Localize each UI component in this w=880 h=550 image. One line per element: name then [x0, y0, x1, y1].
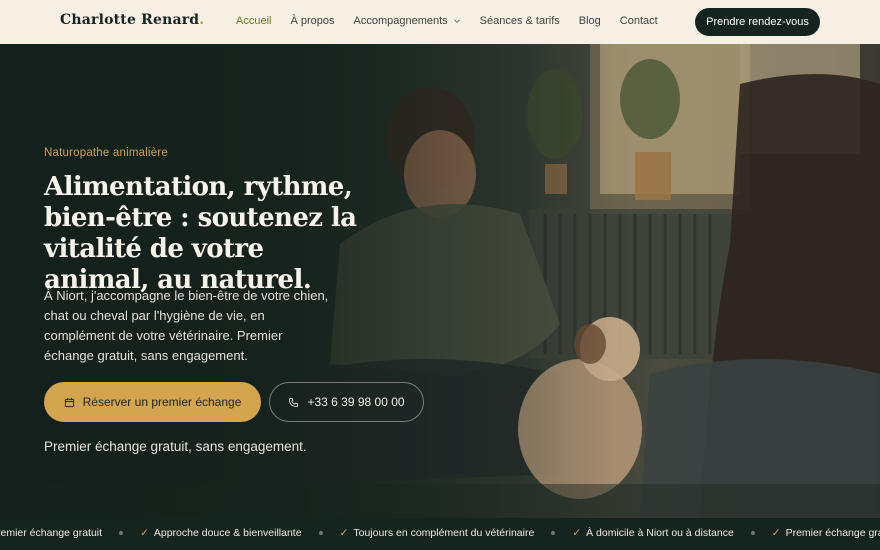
logo-dot: .	[199, 12, 205, 28]
nav-label: Accueil	[236, 15, 272, 27]
band-separator	[551, 531, 556, 535]
nav-label: Accompagnements	[353, 15, 448, 27]
band-item-label: Premier échange gratu	[785, 527, 880, 539]
band-item: ✓ Approche douce & bienveillante	[140, 527, 302, 539]
site-header: Charlotte Renard. Accueil À propos Accom…	[0, 0, 880, 44]
calendar-icon	[64, 397, 74, 407]
nav-item-seances-tarifs[interactable]: Séances & tarifs	[480, 15, 560, 27]
nav-item-contact[interactable]: Contact	[620, 15, 658, 27]
book-first-call-label: Réserver un premier échange	[82, 395, 242, 409]
hero-eyebrow: Naturopathe animalière	[44, 147, 168, 159]
nav-label: À propos	[290, 15, 335, 27]
hero-note: Premier échange gratuit, sans engagement…	[44, 439, 307, 454]
phone-button[interactable]: +33 6 39 98 00 00	[269, 382, 424, 422]
check-icon: ✓	[572, 527, 582, 539]
band-separator	[318, 531, 323, 535]
nav-item-accueil[interactable]: Accueil	[236, 15, 271, 27]
hero-title: Alimentation, rythme, bien-être : souten…	[44, 172, 357, 295]
band-item-label: Approche douce & bienveillante	[153, 527, 302, 539]
check-icon: ✓	[771, 527, 781, 539]
hero-lead: À Niort, j'accompagne le bien-être de vo…	[44, 288, 329, 363]
main-nav: Accueil À propos Accompagnements Séances…	[236, 15, 677, 27]
band-item-label: remier échange gratuit	[0, 527, 103, 539]
nav-label: Séances & tarifs	[479, 15, 560, 27]
check-icon: ✓	[140, 527, 149, 539]
check-icon: ✓	[339, 527, 349, 539]
nav-item-blog[interactable]: Blog	[579, 15, 601, 27]
book-appointment-button[interactable]: Prendre rendez-vous	[695, 8, 820, 36]
band-separator	[750, 531, 755, 535]
band-item: remier échange gratuit	[0, 527, 102, 539]
book-first-call-button[interactable]: Réserver un premier échange	[44, 382, 261, 422]
band-item: ✓ Toujours en complément du vétérinaire	[340, 527, 535, 539]
nav-label: Blog	[578, 15, 601, 27]
band-item: ✓ Premier échange gratu	[772, 527, 880, 539]
band-item: ✓ À domicile à Niort ou à distance	[572, 527, 733, 539]
nav-item-a-propos[interactable]: À propos	[290, 15, 334, 27]
band-item-label: À domicile à Niort ou à distance	[586, 527, 734, 539]
phone-icon	[289, 397, 299, 407]
chevron-down-icon	[453, 19, 460, 24]
band-item-label: Toujours en complément du vétérinaire	[353, 527, 535, 539]
band-separator	[119, 531, 124, 535]
nav-item-accompagnements[interactable]: Accompagnements	[354, 15, 461, 27]
phone-number-label: +33 6 39 98 00 00	[307, 395, 405, 409]
band-track: remier échange gratuit ✓ Approche douce &…	[0, 527, 880, 539]
reassurance-band: remier échange gratuit ✓ Approche douce &…	[0, 518, 880, 550]
site-logo[interactable]: Charlotte Renard.	[60, 12, 204, 28]
hero-section: Naturopathe animalière Alimentation, ryt…	[0, 44, 880, 518]
logo-text: Charlotte Renard	[60, 12, 200, 28]
nav-label: Contact	[619, 15, 658, 27]
